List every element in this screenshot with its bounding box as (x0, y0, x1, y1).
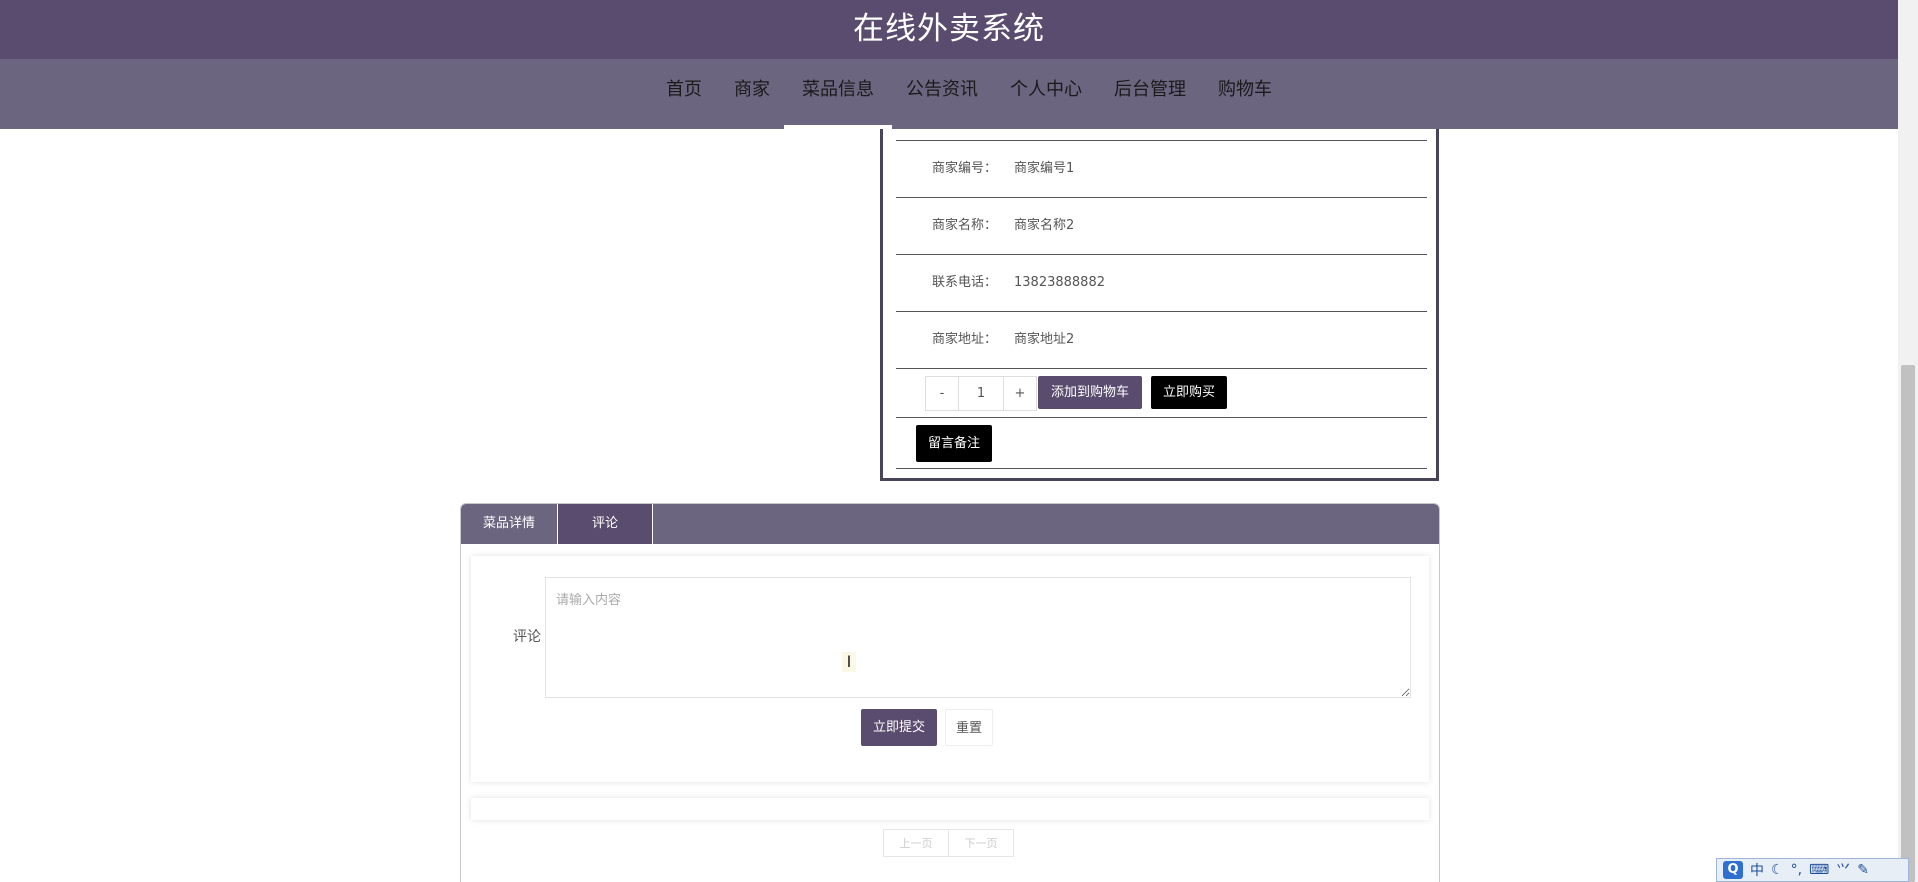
pagination: 上一页 下一页 (883, 829, 1014, 857)
nav-items: 首页 商家 菜品信息 公告资讯 个人中心 后台管理 购物车 (0, 59, 1898, 129)
info-label: 联系电话： (932, 275, 998, 290)
ime-simplified-icon[interactable]: ⺍ (1836, 860, 1850, 880)
comment-form: 评论 立即提交 重置 (471, 556, 1429, 782)
quantity-stepper: - 1 + (925, 376, 1037, 411)
info-row-purchase: - 1 + 添加到购物车 立即购买 (896, 368, 1427, 417)
site-header: 在线外卖系统 (0, 0, 1898, 59)
ime-moon-icon[interactable]: ☾ (1771, 862, 1784, 878)
detail-tabs-card: 菜品详情 评论 评论 立即提交 重置 上一页 下一页 (460, 503, 1440, 882)
nav-item-merchants[interactable]: 商家 (718, 59, 786, 129)
submit-comment-button[interactable]: 立即提交 (861, 709, 937, 746)
info-row-merchant-id: 商家编号： 商家编号1 (896, 140, 1427, 197)
tab-comments[interactable]: 评论 (557, 504, 653, 544)
main-nav: 首页 商家 菜品信息 公告资讯 个人中心 后台管理 购物车 (0, 59, 1898, 129)
page-scrollbar[interactable] (1898, 0, 1918, 882)
quantity-decrease-button[interactable]: - (926, 377, 958, 410)
info-row-merchant-name: 商家名称： 商家名称2 (896, 197, 1427, 254)
site-title: 在线外卖系统 (853, 11, 1045, 47)
info-value: 商家名称2 (1014, 218, 1075, 233)
info-label: 商家编号： (932, 161, 998, 176)
nav-item-cart[interactable]: 购物车 (1202, 59, 1288, 129)
info-value: 13823888882 (1014, 275, 1105, 290)
quantity-input[interactable]: 1 (958, 377, 1004, 410)
info-row-note: 留言备注 (896, 417, 1427, 469)
nav-item-announcements[interactable]: 公告资讯 (890, 59, 994, 129)
next-page-button[interactable]: 下一页 (948, 829, 1014, 857)
info-row-phone: 联系电话： 13823888882 (896, 254, 1427, 311)
ime-logo-icon[interactable]: Q (1723, 861, 1743, 879)
info-label: 商家名称： (932, 218, 998, 233)
quantity-increase-button[interactable]: + (1004, 377, 1036, 410)
nav-item-admin[interactable]: 后台管理 (1098, 59, 1202, 129)
info-value: 商家编号1 (1014, 161, 1075, 176)
comment-list (471, 798, 1429, 820)
merchant-info-panel: 商家编号： 商家编号1 商家名称： 商家名称2 联系电话： 1382388888… (880, 129, 1439, 481)
tab-dish-details[interactable]: 菜品详情 (461, 504, 557, 544)
nav-item-home[interactable]: 首页 (650, 59, 718, 129)
ime-language-icon[interactable]: 中 (1750, 860, 1764, 880)
prev-page-button[interactable]: 上一页 (883, 829, 949, 857)
ime-punctuation-icon[interactable]: °, (1791, 862, 1802, 878)
info-label: 商家地址： (932, 332, 998, 347)
nav-item-personal-center[interactable]: 个人中心 (994, 59, 1098, 129)
comment-textarea[interactable] (545, 577, 1411, 698)
text-cursor-icon: I (842, 652, 856, 672)
leave-note-button[interactable]: 留言备注 (916, 425, 992, 462)
buy-now-button[interactable]: 立即购买 (1151, 376, 1227, 409)
info-value: 商家地址2 (1014, 332, 1075, 347)
scrollbar-thumb[interactable] (1901, 365, 1915, 882)
reset-comment-button[interactable]: 重置 (945, 709, 993, 746)
nav-item-dish-info[interactable]: 菜品信息 (784, 59, 892, 129)
add-to-cart-button[interactable]: 添加到购物车 (1038, 376, 1142, 409)
tabs-header: 菜品详情 评论 (461, 504, 1439, 544)
info-row-address: 商家地址： 商家地址2 (896, 311, 1427, 368)
ime-toolbar: Q 中 ☾ °, ⌨ ⺍ ✎ (1716, 858, 1909, 882)
comment-label: 评论 (513, 629, 541, 645)
ime-keyboard-icon[interactable]: ⌨ (1809, 862, 1829, 878)
ime-tool-icon[interactable]: ✎ (1857, 862, 1869, 878)
